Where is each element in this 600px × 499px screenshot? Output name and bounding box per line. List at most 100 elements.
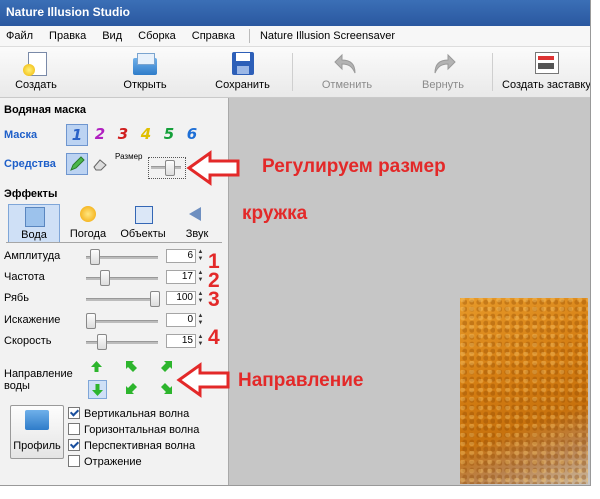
redo-arrow-icon	[429, 51, 457, 77]
frequency-track[interactable]	[86, 277, 158, 280]
distortion-value[interactable]: 0	[166, 313, 196, 327]
direction-label-line1: Направление	[4, 368, 73, 380]
arrow-up-right-button[interactable]	[160, 360, 173, 373]
speed-value[interactable]: 15	[166, 334, 196, 348]
size-slider[interactable]	[148, 157, 186, 179]
brush-tool-button[interactable]	[66, 153, 88, 175]
mask-2-button[interactable]: 2	[90, 124, 110, 144]
tab-water[interactable]: Вода	[8, 204, 60, 243]
menu-edit[interactable]: Правка	[43, 30, 96, 42]
new-document-icon	[22, 51, 50, 77]
undo-arrow-icon	[333, 51, 361, 77]
eraser-tool-button[interactable]	[91, 155, 109, 173]
reflection-label: Отражение	[84, 456, 142, 468]
tab-objects[interactable]: Объекты	[116, 204, 170, 242]
arrow-up-left-icon	[126, 361, 137, 372]
app-window: Nature Illusion Studio Файл Правка Вид С…	[0, 0, 591, 486]
profile-button[interactable]: Профиль	[10, 405, 64, 459]
build-label: Создать заставку	[502, 79, 590, 91]
size-slider-thumb[interactable]	[165, 160, 175, 176]
profile-folder-icon	[25, 410, 49, 430]
amplitude-label: Амплитуда	[4, 250, 61, 262]
annotation-arrow-size-icon	[186, 150, 240, 186]
menu-bar: Файл Правка Вид Сборка Справка Nature Il…	[0, 26, 590, 47]
tab-weather[interactable]: Погода	[62, 204, 114, 242]
tab-objects-label: Объекты	[120, 228, 166, 240]
annotation-size-note: Регулируем размер	[262, 156, 446, 177]
perspective-wave-box[interactable]	[68, 439, 80, 452]
build-screensaver-button[interactable]: Создать заставку	[502, 49, 590, 95]
mask-label: Маска	[4, 129, 38, 141]
watermask-section-title: Водяная маска	[4, 104, 87, 116]
mask-6-label: 6	[186, 125, 198, 143]
annotation-size-note-2: кружка	[242, 203, 308, 224]
speed-spinner[interactable]: ▲ ▼	[196, 334, 205, 348]
reflection-box[interactable]	[68, 455, 80, 468]
menu-separator	[248, 29, 250, 43]
speed-thumb[interactable]	[97, 334, 107, 350]
frequency-value[interactable]: 17	[166, 270, 196, 284]
toolbar-separator	[292, 53, 293, 91]
distortion-track[interactable]	[86, 320, 158, 323]
pencil-icon	[70, 156, 85, 171]
arrow-down-left-button[interactable]	[125, 382, 138, 395]
horizontal-wave-box[interactable]	[68, 423, 80, 436]
save-button[interactable]: Сохранить	[205, 49, 280, 95]
undo-button[interactable]: Отменить	[312, 49, 382, 95]
distortion-spinner[interactable]: ▲ ▼	[196, 313, 205, 327]
direction-label-line2: воды	[4, 380, 30, 392]
reflection-checkbox[interactable]: Отражение	[68, 455, 142, 470]
ripple-value[interactable]: 100	[166, 291, 196, 305]
menu-view[interactable]: Вид	[96, 30, 132, 42]
tabs-divider	[6, 242, 222, 243]
ripple-spinner[interactable]: ▲ ▼	[196, 291, 205, 305]
arrow-down-left-icon	[126, 383, 137, 394]
vertical-wave-box[interactable]	[68, 407, 80, 420]
mask-6-button[interactable]: 6	[182, 124, 202, 144]
menu-help[interactable]: Справка	[186, 30, 245, 42]
ripple-track[interactable]	[86, 298, 158, 301]
arrow-up-icon	[91, 361, 102, 372]
horizontal-wave-label: Горизонтальная волна	[84, 424, 200, 436]
amplitude-spinner[interactable]: ▲ ▼	[196, 249, 205, 263]
frequency-spinner[interactable]: ▲ ▼	[196, 270, 205, 284]
arrow-down-button[interactable]	[88, 380, 107, 399]
frequency-thumb[interactable]	[100, 270, 110, 286]
arrow-down-right-button[interactable]	[160, 382, 173, 395]
menu-screensaver[interactable]: Nature Illusion Screensaver	[254, 30, 405, 42]
menu-build[interactable]: Сборка	[132, 30, 186, 42]
size-label: Размер	[115, 152, 143, 161]
open-label: Открыть	[123, 79, 167, 91]
mask-2-label: 2	[94, 125, 106, 143]
profile-label: Профиль	[13, 440, 61, 452]
horizontal-wave-checkbox[interactable]: Горизонтальная волна	[68, 423, 200, 438]
amplitude-thumb[interactable]	[90, 249, 100, 265]
annotation-arrow-direction-icon	[176, 362, 230, 398]
toolbar-separator-2	[492, 53, 493, 91]
arrow-up-left-button[interactable]	[125, 360, 138, 373]
mask-4-button[interactable]: 4	[136, 124, 156, 144]
mask-3-button[interactable]: 3	[113, 124, 133, 144]
tab-water-label: Вода	[21, 229, 47, 241]
open-folder-icon	[131, 51, 159, 77]
ripple-thumb[interactable]	[150, 291, 160, 307]
vertical-wave-checkbox[interactable]: Вертикальная волна	[68, 407, 190, 422]
vertical-wave-label: Вертикальная волна	[84, 408, 190, 420]
redo-button[interactable]: Вернуть	[408, 49, 478, 95]
create-button[interactable]: Создать	[10, 49, 62, 95]
mask-5-button[interactable]: 5	[159, 124, 179, 144]
perspective-wave-label: Перспективная волна	[84, 440, 196, 452]
open-button[interactable]: Открыть	[115, 49, 175, 95]
window-title: Nature Illusion Studio	[6, 5, 131, 19]
menu-file[interactable]: Файл	[0, 30, 43, 42]
perspective-wave-checkbox[interactable]: Перспективная волна	[68, 439, 196, 454]
amplitude-value[interactable]: 6	[166, 249, 196, 263]
mask-1-button[interactable]: 1	[66, 124, 88, 146]
annotation-number-3: 3	[208, 288, 220, 311]
speed-label: Скорость	[4, 335, 52, 347]
annotation-direction-note: Направление	[238, 370, 364, 391]
tab-weather-label: Погода	[69, 228, 107, 240]
tab-sound[interactable]: Звук	[172, 204, 222, 242]
distortion-thumb[interactable]	[86, 313, 96, 329]
arrow-up-button[interactable]	[90, 360, 103, 373]
